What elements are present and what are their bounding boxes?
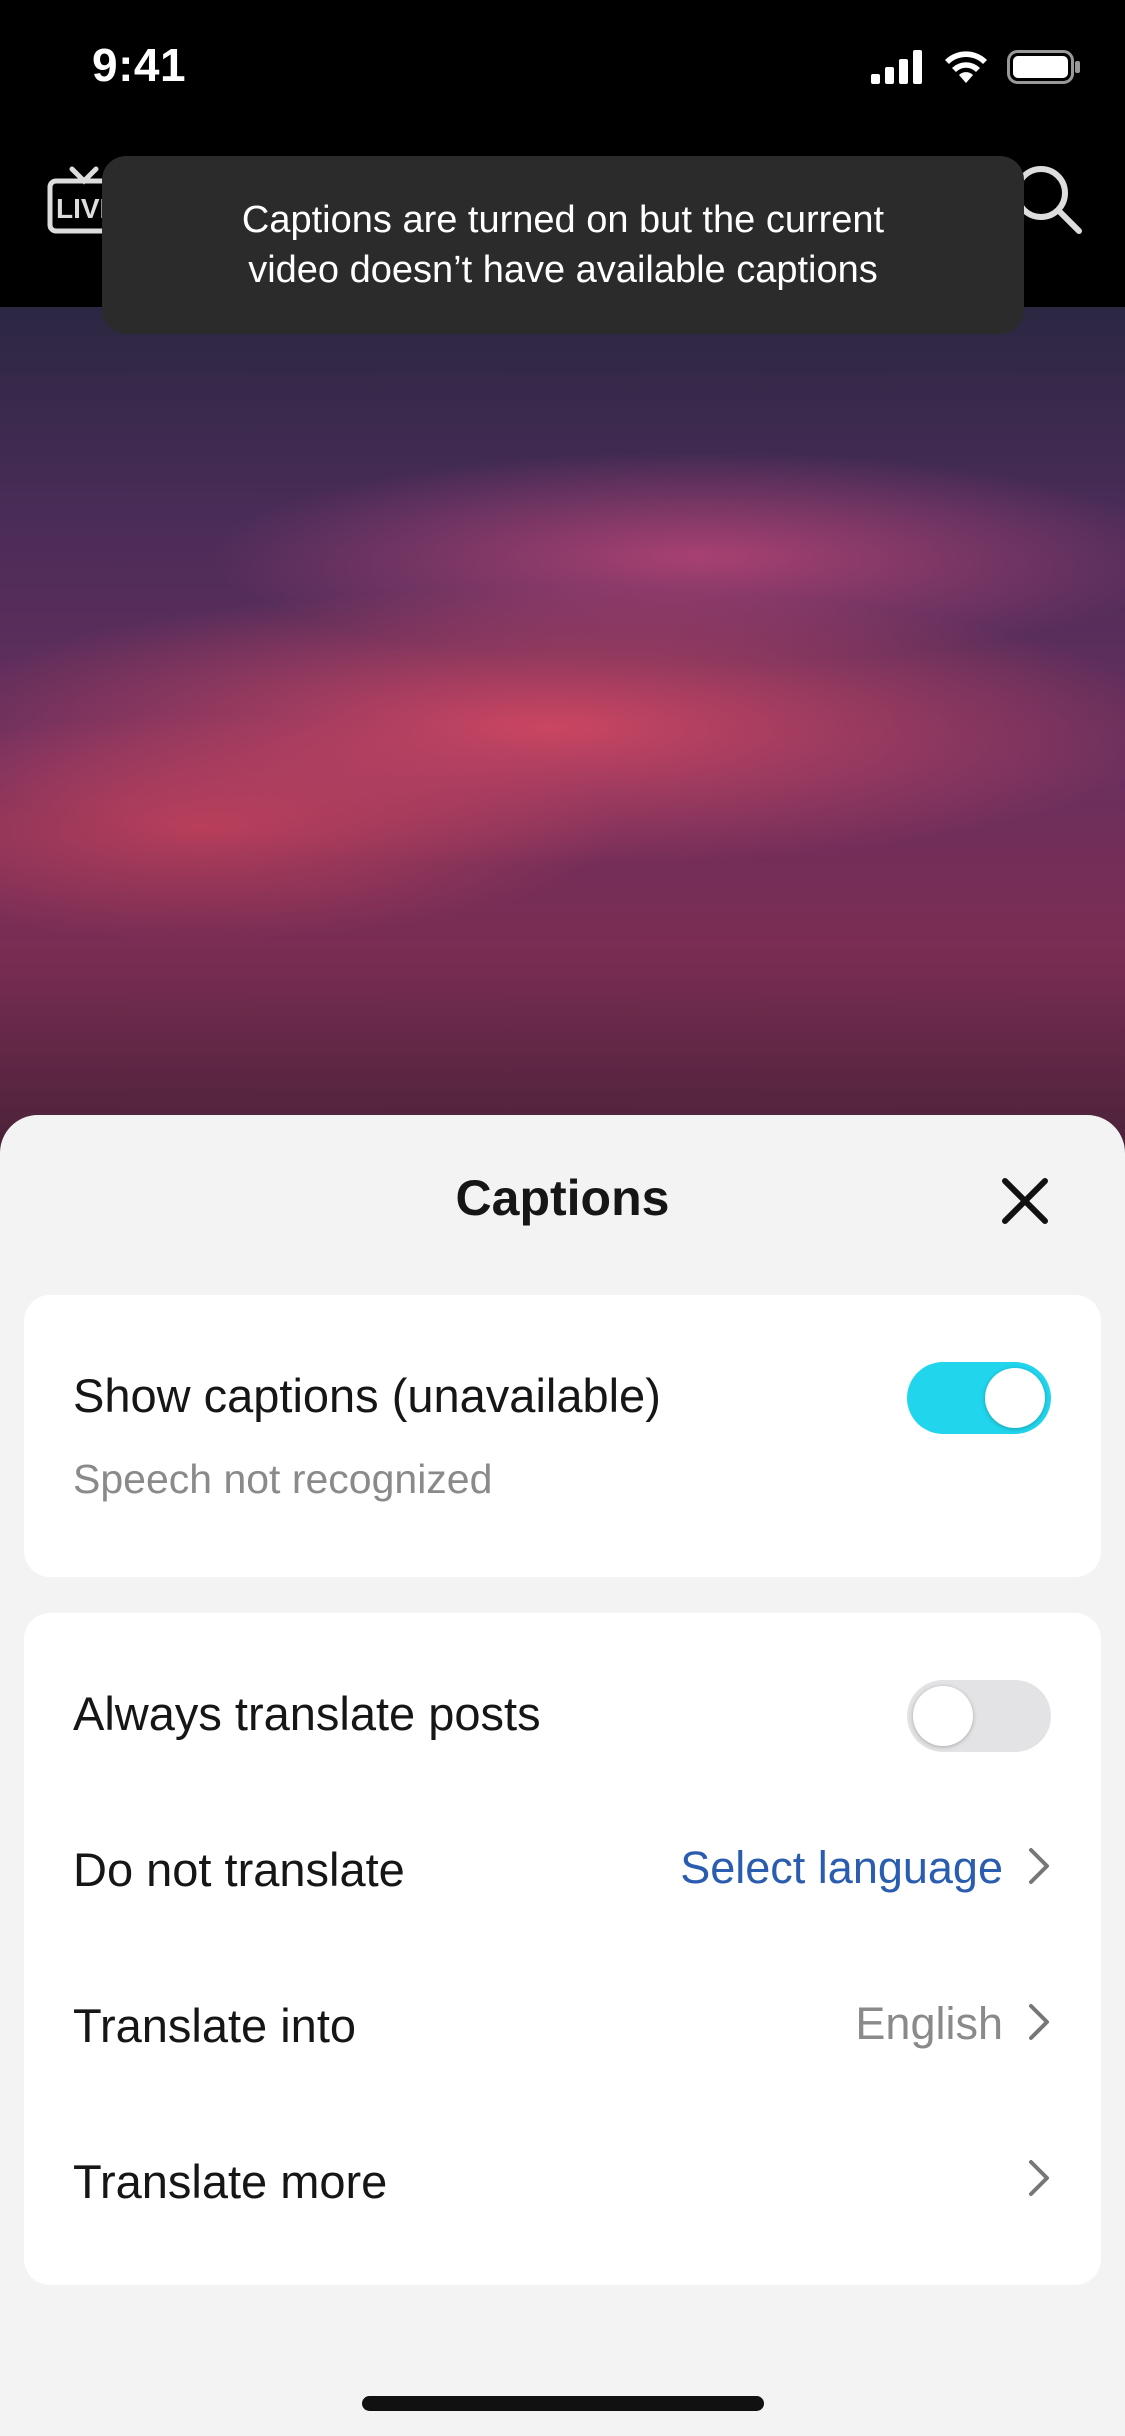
show-captions-label: Show captions (unavailable) <box>73 1369 661 1422</box>
translate-into-value: English <box>855 1998 1003 2049</box>
status-bar: 9:41 <box>0 0 1125 135</box>
translate-into-label: Translate into <box>73 1999 357 2052</box>
chevron-right-icon <box>1029 1848 1049 1884</box>
chevron-right-icon <box>1029 2004 1049 2040</box>
sheet-title: Captions <box>455 1170 670 1226</box>
captions-sheet: Captions Show captions (unavailable) Spe… <box>0 1115 1125 2436</box>
always-translate-toggle[interactable] <box>907 1680 1051 1752</box>
show-captions-card: Show captions (unavailable) Speech not r… <box>24 1295 1101 1577</box>
toggle-knob <box>913 1686 973 1746</box>
cellular-signal-icon <box>871 50 922 84</box>
chevron-right-icon <box>1029 2160 1049 2196</box>
toggle-knob <box>985 1368 1045 1428</box>
home-indicator <box>362 2396 764 2411</box>
captions-unavailable-toast: Captions are turned on but the current v… <box>102 156 1024 334</box>
always-translate-label: Always translate posts <box>73 1687 541 1740</box>
close-button[interactable] <box>995 1171 1055 1231</box>
toast-line-2: video doesn’t have available captions <box>248 249 878 291</box>
translate-more-label: Translate more <box>73 2155 388 2208</box>
status-icons <box>871 50 1081 84</box>
select-language-link[interactable]: Select language <box>680 1842 1003 1894</box>
do-not-translate-label: Do not translate <box>73 1843 405 1896</box>
show-captions-toggle[interactable] <box>907 1362 1051 1434</box>
translation-settings-card: Always translate posts Do not translate … <box>24 1613 1101 2285</box>
status-time: 9:41 <box>92 39 187 91</box>
wifi-icon <box>945 51 987 83</box>
close-icon <box>1002 1178 1048 1224</box>
show-captions-sublabel: Speech not recognized <box>73 1456 493 1502</box>
toast-line-1: Captions are turned on but the current <box>241 199 885 241</box>
battery-icon <box>1007 50 1080 84</box>
